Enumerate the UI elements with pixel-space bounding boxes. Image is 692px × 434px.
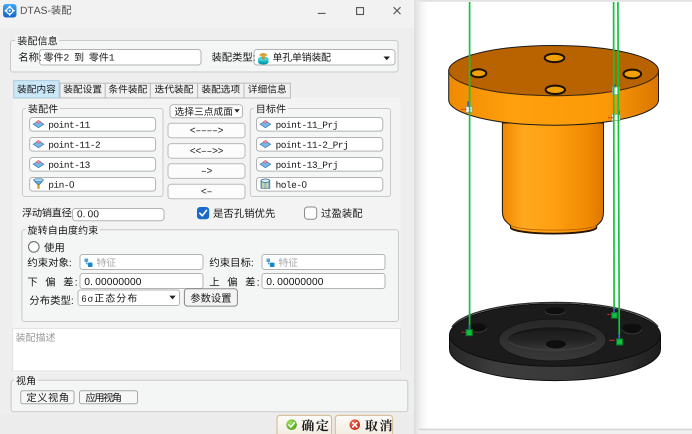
svg-text:<–: <–	[201, 187, 213, 198]
svg-text:<<––>>: <<––>>	[190, 146, 224, 157]
svg-text:–>: –>	[201, 166, 213, 177]
svg-text:<––––>: <––––>	[190, 126, 224, 137]
